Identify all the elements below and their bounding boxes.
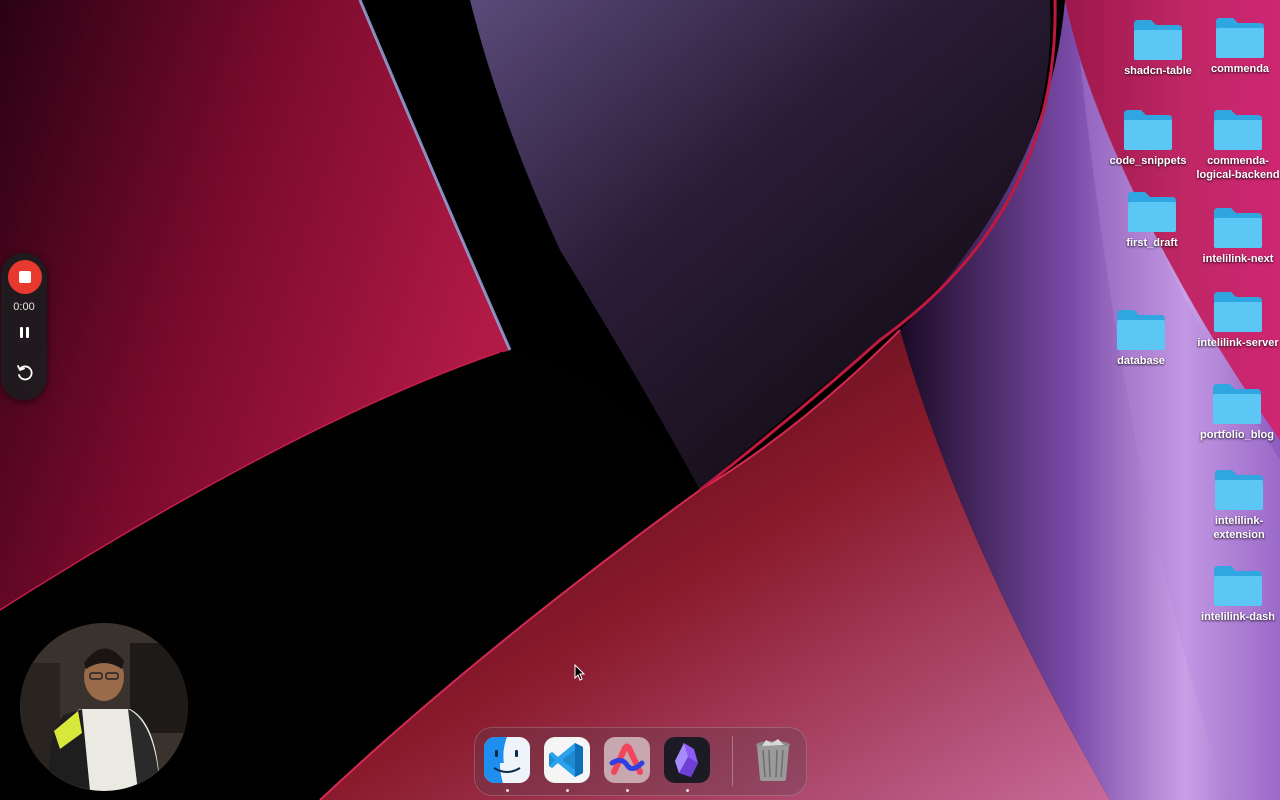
folder-label: shadcn-table xyxy=(1124,65,1192,77)
arc-browser-icon xyxy=(604,737,650,783)
desktop-folder-portfolio-blog[interactable]: portfolio_blog xyxy=(1189,382,1280,442)
folder-label: first_draft xyxy=(1126,237,1178,249)
folder-label: intelilink-next xyxy=(1202,253,1274,265)
desktop-folder-database[interactable]: database xyxy=(1093,308,1189,368)
folder-label: intelilink-dash xyxy=(1201,611,1275,623)
screen-recorder-controls: 0:00 xyxy=(1,253,47,400)
desktop-folder-commenda[interactable]: commenda xyxy=(1192,16,1280,76)
desktop-folder-intelilink-dash[interactable]: intelilink-dash xyxy=(1190,564,1280,624)
webcam-preview[interactable] xyxy=(20,623,188,791)
folder-label: commenda xyxy=(1210,63,1270,75)
dock-app-finder[interactable] xyxy=(484,737,530,783)
pause-icon xyxy=(25,326,29,338)
running-indicator xyxy=(626,789,629,792)
desktop-folder-first-draft[interactable]: first_draft xyxy=(1104,190,1200,250)
folder-icon xyxy=(1215,470,1263,510)
pause-button[interactable] xyxy=(15,324,33,340)
folder-icon xyxy=(1128,192,1176,232)
folder-label: intelilink-server xyxy=(1197,337,1279,349)
mouse-cursor-icon xyxy=(574,664,586,681)
desktop-folder-intelilink-server[interactable]: intelilink-server xyxy=(1190,290,1280,350)
stop-icon xyxy=(19,271,31,283)
folder-label: database xyxy=(1117,355,1165,367)
folder-icon xyxy=(1117,310,1165,350)
stop-recording-button[interactable] xyxy=(8,260,42,294)
desktop-folder-intelilink-extension[interactable]: intelilink- extension xyxy=(1191,468,1280,542)
desktop-folder-intelilink-next[interactable]: intelilink-next xyxy=(1190,206,1280,266)
running-indicator xyxy=(566,789,569,792)
webcam-person-image xyxy=(20,623,188,791)
folder-icon xyxy=(1216,18,1264,58)
folder-label: code_snippets xyxy=(1109,155,1187,167)
dock-app-trash[interactable] xyxy=(750,737,796,783)
running-indicator xyxy=(686,789,689,792)
dock-app-obsidian[interactable] xyxy=(664,737,710,783)
dock-separator xyxy=(732,736,733,786)
running-indicator xyxy=(506,789,509,792)
finder-icon xyxy=(484,737,530,783)
folder-label: intelilink- extension xyxy=(1213,515,1265,541)
dock-app-vscode[interactable] xyxy=(544,737,590,783)
folder-icon xyxy=(1214,110,1262,150)
pause-icon xyxy=(19,326,23,338)
folder-icon xyxy=(1124,110,1172,150)
folder-icon xyxy=(1214,566,1262,606)
restart-icon[interactable] xyxy=(15,363,35,383)
desktop-folder-code-snippets[interactable]: code_snippets xyxy=(1100,108,1196,168)
folder-icon xyxy=(1213,384,1261,424)
folder-icon xyxy=(1214,208,1262,248)
obsidian-icon xyxy=(664,737,710,783)
dock xyxy=(474,727,807,796)
folder-label: portfolio_blog xyxy=(1200,429,1274,441)
vscode-icon xyxy=(544,737,590,783)
folder-label: commenda- logical-backend xyxy=(1196,155,1280,181)
recording-timer: 0:00 xyxy=(13,301,35,313)
folder-icon xyxy=(1134,20,1182,60)
desktop-folder-commenda-logical-backend[interactable]: commenda- logical-backend xyxy=(1190,108,1280,182)
desktop-wallpaper xyxy=(0,0,1280,800)
trash-icon xyxy=(756,739,790,781)
folder-icon xyxy=(1214,292,1262,332)
dock-app-arc[interactable] xyxy=(604,737,650,783)
